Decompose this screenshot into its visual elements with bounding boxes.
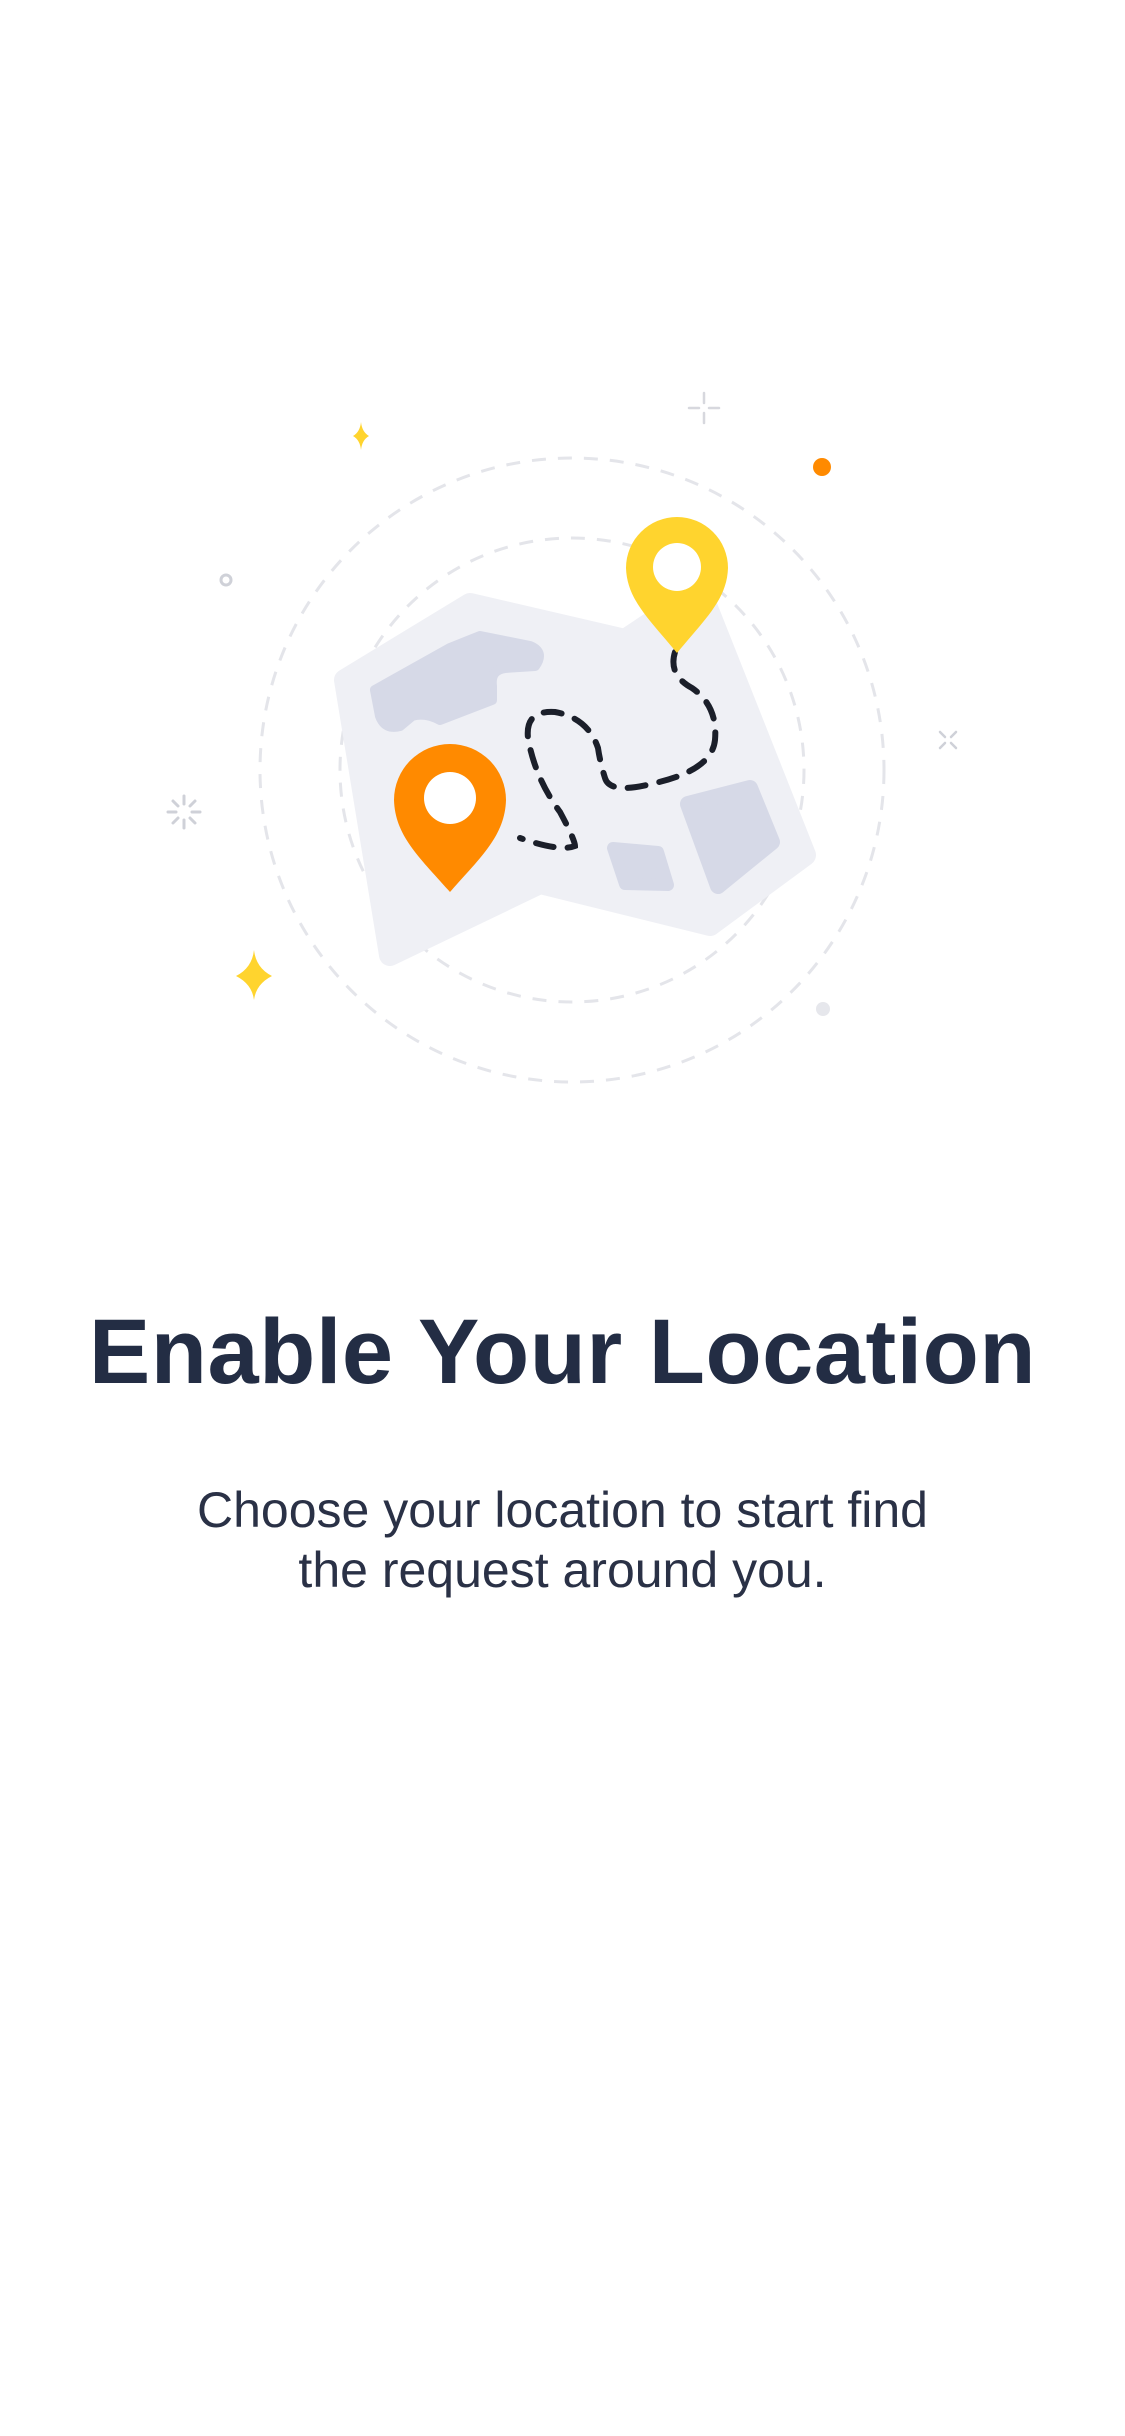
sparkle-icon bbox=[353, 422, 369, 450]
burst-sparkle-icon bbox=[166, 794, 202, 830]
orange-dot bbox=[813, 458, 831, 476]
small-x-sparkle-icon bbox=[938, 730, 958, 750]
onboarding-screen: Enable Your Location Choose your locatio… bbox=[0, 0, 1125, 2436]
page-description: Choose your location to start find the r… bbox=[197, 1482, 928, 1598]
page-title: Enable Your Location bbox=[88, 1301, 1037, 1403]
sparkle-icon bbox=[236, 950, 272, 1000]
gray-dot bbox=[816, 1002, 830, 1016]
plus-sparkle-icon bbox=[687, 391, 721, 425]
gray-ring-dot bbox=[219, 573, 233, 587]
location-illustration bbox=[166, 391, 958, 1084]
